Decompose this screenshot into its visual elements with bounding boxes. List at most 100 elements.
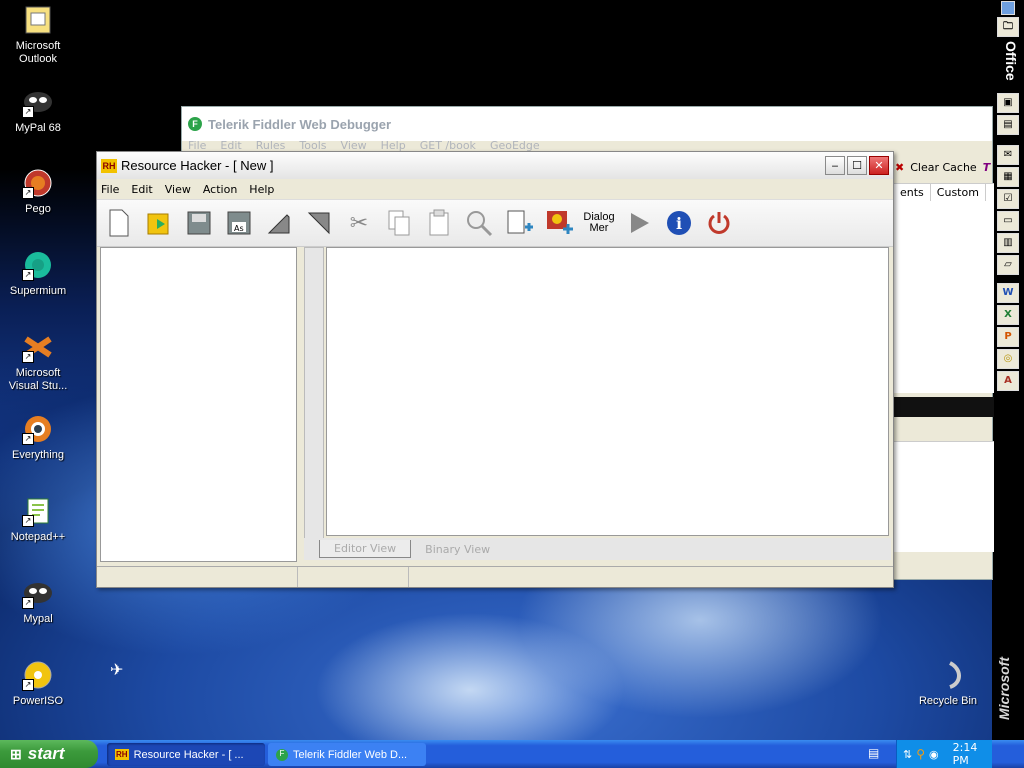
journal-icon[interactable]: ▥ — [997, 232, 1019, 253]
pego-icon: ↗ — [22, 167, 54, 199]
menu-edit[interactable]: Edit — [131, 183, 152, 196]
everything-icon: ↗ — [22, 413, 54, 445]
copy-icon[interactable] — [383, 207, 415, 239]
text-tool-icon[interactable]: T — [983, 161, 991, 174]
line-number-gutter — [304, 247, 324, 539]
save-as-icon[interactable]: As — [223, 207, 255, 239]
desktop-icon-mypal[interactable]: ↗ Mypal — [2, 577, 74, 626]
desktop-icon-pego[interactable]: ↗ Pego — [2, 167, 74, 216]
desktop-icon-label: PowerISO — [12, 695, 64, 707]
fiddler-tab-custom[interactable]: Custom — [931, 184, 986, 202]
notepadpp-icon: ↗ — [22, 495, 54, 527]
system-tray: ⇅ ⚲ ◉ 2:14 PM — [896, 740, 992, 768]
forward-arrow-icon[interactable] — [303, 207, 335, 239]
clear-cache-icon: ✖ — [895, 161, 905, 174]
desktop-icon-mypal68[interactable]: ↗ MyPal 68 — [2, 86, 74, 135]
new-file-icon[interactable] — [103, 207, 135, 239]
satellite-icon: ✈ — [110, 660, 124, 679]
excel-icon[interactable]: X — [997, 304, 1019, 325]
clear-cache-label: Clear Cache — [910, 161, 977, 174]
new-document-icon[interactable]: ▣ — [997, 92, 1019, 113]
taskbar-button-resource-hacker[interactable]: RH Resource Hacker - [ ... — [107, 743, 265, 766]
cut-icon[interactable]: ✂ — [343, 207, 375, 239]
taskbar-button-fiddler[interactable]: F Telerik Fiddler Web D... — [268, 743, 426, 766]
back-arrow-icon[interactable] — [263, 207, 295, 239]
folder-icon[interactable]: 🗀 — [997, 17, 1019, 37]
dialog-merge-button[interactable]: Dialog Mer — [583, 207, 615, 239]
fiddler-tab-header: ents Custom — [894, 183, 994, 203]
tab-binary-view[interactable]: Binary View — [411, 541, 504, 558]
resource-tree-pane[interactable] — [100, 247, 297, 562]
svg-text:i: i — [676, 214, 682, 233]
network-icon[interactable]: ⇅ — [903, 748, 912, 761]
access-icon[interactable]: A — [997, 370, 1019, 391]
desktop-icon-label: Mypal — [23, 613, 53, 625]
rh-window-controls: ‒ ☐ ✕ — [825, 156, 889, 175]
rh-task-icon: RH — [115, 749, 129, 760]
desktop-icon-notepadpp[interactable]: ↗ Notepad++ — [2, 495, 74, 544]
run-script-icon[interactable] — [623, 207, 655, 239]
fiddler-content-pane[interactable] — [894, 201, 994, 393]
desktop-icon-label: Recycle Bin — [918, 695, 978, 707]
clock[interactable]: 2:14 PM — [953, 741, 992, 767]
add-image-icon[interactable] — [543, 207, 575, 239]
desktop-icon-poweriso[interactable]: ↗ PowerISO — [2, 659, 74, 708]
word-icon[interactable]: W — [997, 282, 1019, 303]
keyboard-icon[interactable]: ▤ — [868, 746, 879, 760]
status-panel-2 — [298, 567, 409, 587]
paste-icon[interactable] — [423, 207, 455, 239]
resource-hacker-window[interactable]: RH Resource Hacker - [ New ] ‒ ☐ ✕ File … — [96, 151, 894, 588]
desktop-icon-everything[interactable]: ↗ Everything — [2, 413, 74, 462]
windows-logo-icon: ⊞ — [10, 745, 22, 762]
power-icon[interactable] — [703, 207, 735, 239]
outlook-icon — [22, 4, 54, 36]
fiddler-title: Telerik Fiddler Web Debugger — [208, 116, 391, 132]
fiddler-titlebar[interactable]: F Telerik Fiddler Web Debugger — [182, 107, 992, 141]
tab-editor-view[interactable]: Editor View — [319, 540, 412, 558]
contact-icon[interactable]: ▭ — [997, 210, 1019, 231]
taskbar: ⊞ start RH Resource Hacker - [ ... F Tel… — [0, 740, 1024, 768]
desktop-icon-label: Supermium — [9, 285, 67, 297]
note-icon[interactable]: ▱ — [997, 254, 1019, 275]
taskbar-button-label: Telerik Fiddler Web D... — [293, 748, 408, 761]
poweriso-icon: ↗ — [22, 659, 54, 691]
open-document-icon[interactable]: ▤ — [997, 114, 1019, 135]
desktop-icon-outlook[interactable]: Microsoft Outlook — [2, 4, 74, 66]
task-icon[interactable]: ☑ — [997, 188, 1019, 209]
maximize-button[interactable]: ☐ — [847, 156, 867, 175]
menu-action[interactable]: Action — [203, 183, 237, 196]
start-label: start — [27, 744, 65, 763]
powerpoint-icon[interactable]: P — [997, 326, 1019, 347]
fiddler-lower-pane[interactable] — [894, 441, 994, 552]
start-button[interactable]: ⊞ start — [0, 740, 98, 768]
minimize-button[interactable]: ‒ — [825, 156, 845, 175]
add-resource-icon[interactable] — [503, 207, 535, 239]
rh-title: Resource Hacker - [ New ] — [121, 158, 274, 173]
menu-view[interactable]: View — [165, 183, 191, 196]
search-tray-icon[interactable]: ⚲ — [916, 747, 925, 761]
desktop-icon-recycle-bin[interactable]: Recycle Bin — [912, 659, 984, 708]
save-icon[interactable] — [183, 207, 215, 239]
volume-icon[interactable]: ◉ — [929, 748, 939, 761]
info-icon[interactable]: i — [663, 207, 695, 239]
mypal-icon: ↗ — [22, 86, 54, 118]
office-bar-brand: Microsoft — [996, 657, 1012, 720]
desktop-icon-visual-studio[interactable]: ↗ Microsoft Visual Stu... — [2, 331, 74, 393]
view-tabs: Editor View Binary View — [304, 538, 891, 560]
office-bar-menu-icon[interactable] — [1001, 1, 1015, 15]
desktop-icon-supermium[interactable]: ↗ Supermium — [2, 249, 74, 298]
fiddler-tab-events[interactable]: ents — [894, 184, 931, 202]
clear-cache-button[interactable]: ✖ Clear Cache T — [895, 161, 990, 174]
search-icon[interactable] — [463, 207, 495, 239]
calendar-icon[interactable]: ▦ — [997, 166, 1019, 187]
publisher-icon[interactable]: ◎ — [997, 348, 1019, 369]
desktop-icon-label: Microsoft Visual Stu... — [8, 367, 68, 392]
menu-help[interactable]: Help — [249, 183, 274, 196]
rh-titlebar[interactable]: RH Resource Hacker - [ New ] — [97, 152, 893, 179]
rh-menubar: File Edit View Action Help — [97, 179, 893, 199]
mail-icon[interactable]: ✉ — [997, 144, 1019, 165]
editor-pane[interactable] — [326, 247, 889, 536]
menu-file[interactable]: File — [101, 183, 119, 196]
open-file-icon[interactable] — [143, 207, 175, 239]
close-button[interactable]: ✕ — [869, 156, 889, 175]
